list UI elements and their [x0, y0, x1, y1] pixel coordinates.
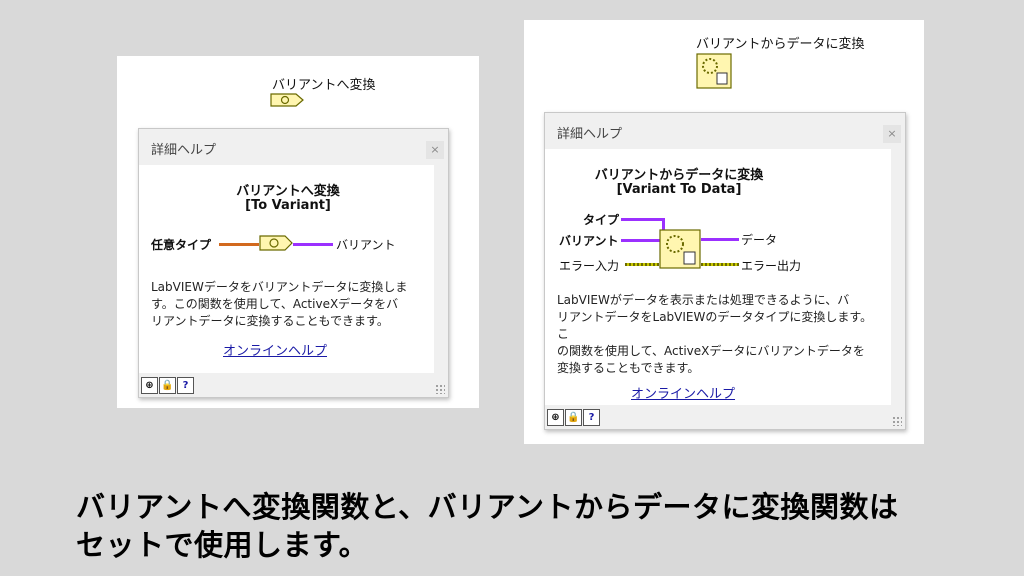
close-icon: × — [430, 143, 440, 156]
help-footer: ⊕ 🔒 ? — [139, 373, 448, 397]
output-terminal-error-out: エラー出力 — [741, 259, 802, 273]
function-name-en: [Variant To Data] — [616, 182, 742, 197]
input-terminal-variant: バリアント — [559, 234, 619, 248]
help-titlebar[interactable]: 詳細ヘルプ × — [545, 113, 905, 149]
to-variant-icon — [259, 235, 293, 251]
help-content: バリアントへ変換 [To Variant] 任意タイプ バリアント LabVIE… — [143, 165, 434, 373]
detailed-help-button[interactable]: ? — [583, 409, 600, 426]
scroll-strip — [891, 149, 905, 405]
left-screenshot-panel: バリアントへ変換 詳細ヘルプ × バリアントへ変換 [To Variant] 任… — [117, 56, 479, 408]
help-window-title: 詳細ヘルプ — [557, 127, 623, 142]
variant-wire — [621, 239, 661, 242]
question-icon: ? — [588, 412, 595, 423]
help-titlebar[interactable]: 詳細ヘルプ × — [139, 129, 448, 165]
lock-icon: 🔒 — [567, 412, 580, 423]
function-description: LabVIEWがデータを表示または処理できるように、バ リアントデータをLabV… — [557, 293, 873, 375]
caption-text: バリアントへ変換関数と、バリアントからデータに変換関数は セットで使用します。 — [76, 488, 976, 564]
show-optional-terminals-button[interactable]: ⊕ — [547, 409, 564, 426]
help-footer: ⊕ 🔒 ? — [545, 405, 905, 429]
error-out-wire — [701, 263, 739, 266]
detailed-help-button[interactable]: ? — [177, 377, 194, 394]
caption-line-1: バリアントへ変換関数と、バリアントからデータに変換関数は — [76, 490, 899, 524]
close-icon: × — [887, 127, 897, 140]
data-wire — [701, 238, 739, 241]
lock-icon: 🔒 — [161, 380, 174, 391]
type-wire — [621, 218, 665, 221]
help-window-title: 詳細ヘルプ — [151, 143, 217, 158]
question-icon: ? — [182, 380, 189, 391]
variant-to-data-icon — [659, 229, 701, 269]
context-help-window: 詳細ヘルプ × バリアントへ変換 [To Variant] 任意タイプ バリアン… — [138, 128, 449, 398]
close-button[interactable]: × — [426, 141, 444, 159]
lock-button[interactable]: 🔒 — [565, 409, 582, 426]
input-terminal-type: タイプ — [583, 213, 620, 227]
terminals-icon: ⊕ — [145, 380, 154, 391]
resize-grip[interactable] — [435, 384, 445, 394]
close-button[interactable]: × — [883, 125, 901, 143]
variant-to-data-node-icon[interactable] — [696, 53, 732, 89]
to-variant-node-icon[interactable] — [270, 93, 304, 107]
variant-to-data-node-title: バリアントからデータに変換 — [696, 37, 865, 52]
right-screenshot-panel: バリアントからデータに変換 詳細ヘルプ × バリアントからデータに変換 [Var… — [524, 20, 924, 444]
function-name-jp: バリアントからデータに変換 — [594, 168, 764, 183]
output-terminal-variant: バリアント — [336, 238, 396, 252]
error-in-wire — [625, 263, 659, 266]
caption-line-2: セットで使用します。 — [76, 528, 369, 562]
to-variant-node-title: バリアントへ変換 — [272, 78, 376, 93]
function-name-en: [To Variant] — [245, 198, 331, 213]
show-optional-terminals-button[interactable]: ⊕ — [141, 377, 158, 394]
online-help-link[interactable]: オンラインヘルプ — [223, 340, 327, 359]
scroll-strip — [434, 165, 448, 373]
output-terminal-data: データ — [741, 233, 778, 247]
function-name-jp: バリアントへ変換 — [236, 184, 340, 199]
input-terminal-error-in: エラー入力 — [559, 259, 620, 273]
input-terminal-any-type: 任意タイプ — [151, 238, 212, 252]
context-help-window: 詳細ヘルプ × バリアントからデータに変換 [Variant To Data] … — [544, 112, 906, 430]
online-help-link[interactable]: オンラインヘルプ — [631, 383, 735, 402]
input-wire — [219, 243, 259, 246]
output-wire — [293, 243, 333, 246]
resize-grip[interactable] — [892, 416, 902, 426]
lock-button[interactable]: 🔒 — [159, 377, 176, 394]
function-description: LabVIEWデータをバリアントデータに変換しま す。この関数を使用して、Act… — [151, 280, 408, 328]
help-content: バリアントからデータに変換 [Variant To Data] タイプ バリアン… — [549, 149, 891, 405]
terminals-icon: ⊕ — [551, 412, 560, 423]
